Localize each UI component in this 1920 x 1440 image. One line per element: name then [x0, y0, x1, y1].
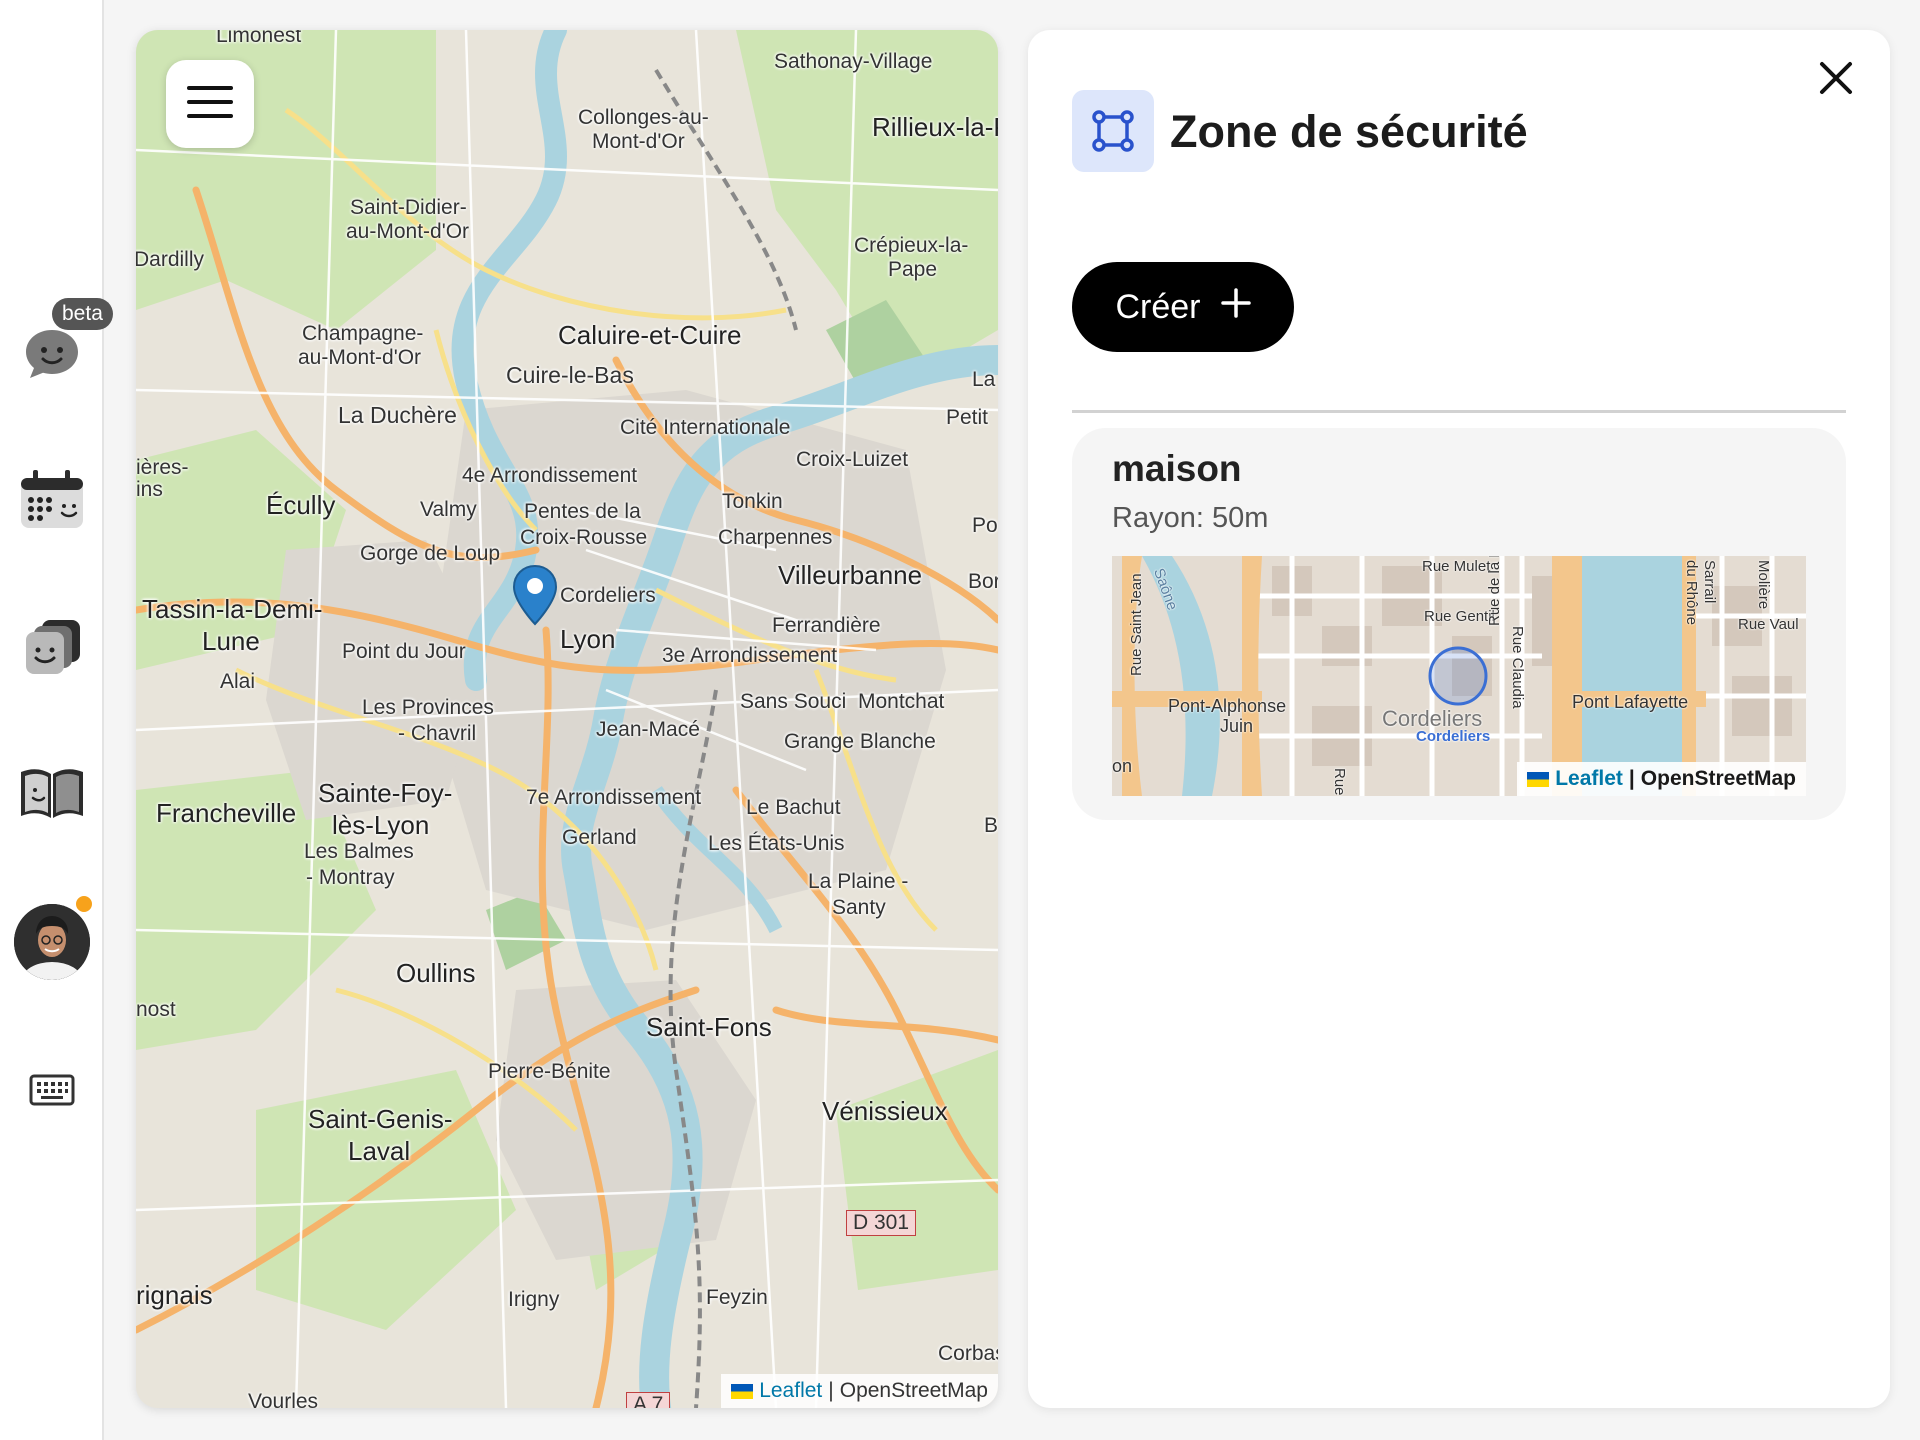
page-title: Zone de sécurité — [1170, 106, 1528, 157]
map-attribution: Leaflet | OpenStreetMap — [721, 1374, 998, 1408]
osm-link[interactable]: OpenStreetMap — [840, 1374, 988, 1408]
mini-map-label: Pont Lafayette — [1572, 692, 1689, 712]
mini-map-attribution: Leaflet | OpenStreetMap — [1517, 762, 1806, 796]
open-book-icon — [17, 762, 87, 822]
map-basemap[interactable] — [136, 30, 998, 1408]
zone-list-item[interactable]: maison Rayon: 50m Rue Mulet Rue Gentil R… — [1072, 428, 1846, 820]
close-x-icon — [1819, 61, 1853, 100]
mini-map-label: Rue Mulet — [1422, 558, 1491, 575]
calendar-button[interactable] — [14, 462, 90, 538]
mini-map-label: on — [1112, 756, 1133, 776]
close-panel-button[interactable] — [1808, 52, 1864, 108]
safety-zone-panel: Zone de sécurité Créer maison Rayon: 50m — [1028, 30, 1890, 1408]
osm-link[interactable]: OpenStreetMap — [1641, 762, 1796, 796]
app-root: beta Limonest Sathonay-Village Collonges… — [0, 0, 1920, 1440]
map-menu-button[interactable] — [166, 60, 254, 148]
leaflet-link[interactable]: Leaflet — [1555, 762, 1623, 796]
cards-button[interactable] — [14, 608, 90, 684]
divider — [1072, 410, 1846, 413]
ukraine-flag-icon — [731, 1383, 754, 1399]
attribution-separator: | — [828, 1379, 834, 1402]
calendar-smile-icon — [17, 468, 87, 532]
hamburger-menu-icon — [187, 85, 233, 123]
left-nav-rail: beta — [0, 0, 113, 1440]
mini-map-label: Molière — [1755, 560, 1772, 610]
attribution-separator: | — [1628, 767, 1635, 790]
keyboard-icon — [29, 1074, 75, 1106]
mini-map-label: Cordeliers — [1416, 728, 1491, 745]
zone-mini-map[interactable]: Rue Mulet Rue Gentil Rue de la Bourse Ru… — [1112, 556, 1806, 796]
mini-map-label: Rue Vaul — [1738, 616, 1799, 633]
mini-map-label: Pont-Alphonse — [1168, 696, 1287, 716]
zone-bounding-box-icon — [1072, 90, 1154, 172]
mini-map-label: du Rhône — [1683, 560, 1700, 626]
user-avatar[interactable] — [14, 904, 90, 980]
zone-name: maison — [1112, 448, 1242, 489]
location-marker-icon[interactable] — [512, 564, 558, 626]
leaflet-link[interactable]: Leaflet — [759, 1374, 822, 1408]
create-zone-button[interactable]: Créer — [1072, 262, 1294, 352]
library-button[interactable] — [14, 754, 90, 830]
beta-badge: beta — [52, 298, 113, 330]
keyboard-shortcuts-button[interactable] — [14, 1052, 90, 1128]
mini-map-label: Sarrail — [1701, 560, 1718, 604]
chat-bubble-smile-icon — [20, 322, 84, 386]
map-view[interactable]: Limonest Sathonay-Village Collonges-au- … — [136, 30, 998, 1408]
create-button-label: Créer — [1115, 287, 1201, 326]
mini-map-label: Rue Saint Jean — [1128, 573, 1145, 676]
ukraine-flag-icon — [1527, 771, 1550, 787]
mini-map-label: Rue — [1331, 768, 1348, 796]
mini-map-label: Juin — [1220, 716, 1254, 736]
mini-map-label: Rue Gentil — [1424, 608, 1495, 625]
mini-map-label: Rue Claudia — [1509, 626, 1526, 709]
mini-map-label: Rue de la Bourse — [1486, 556, 1503, 626]
plus-icon — [1220, 287, 1251, 327]
zone-radius: Rayon: 50m — [1112, 502, 1269, 534]
notification-dot — [74, 894, 94, 914]
stacked-cards-icon — [20, 614, 84, 678]
